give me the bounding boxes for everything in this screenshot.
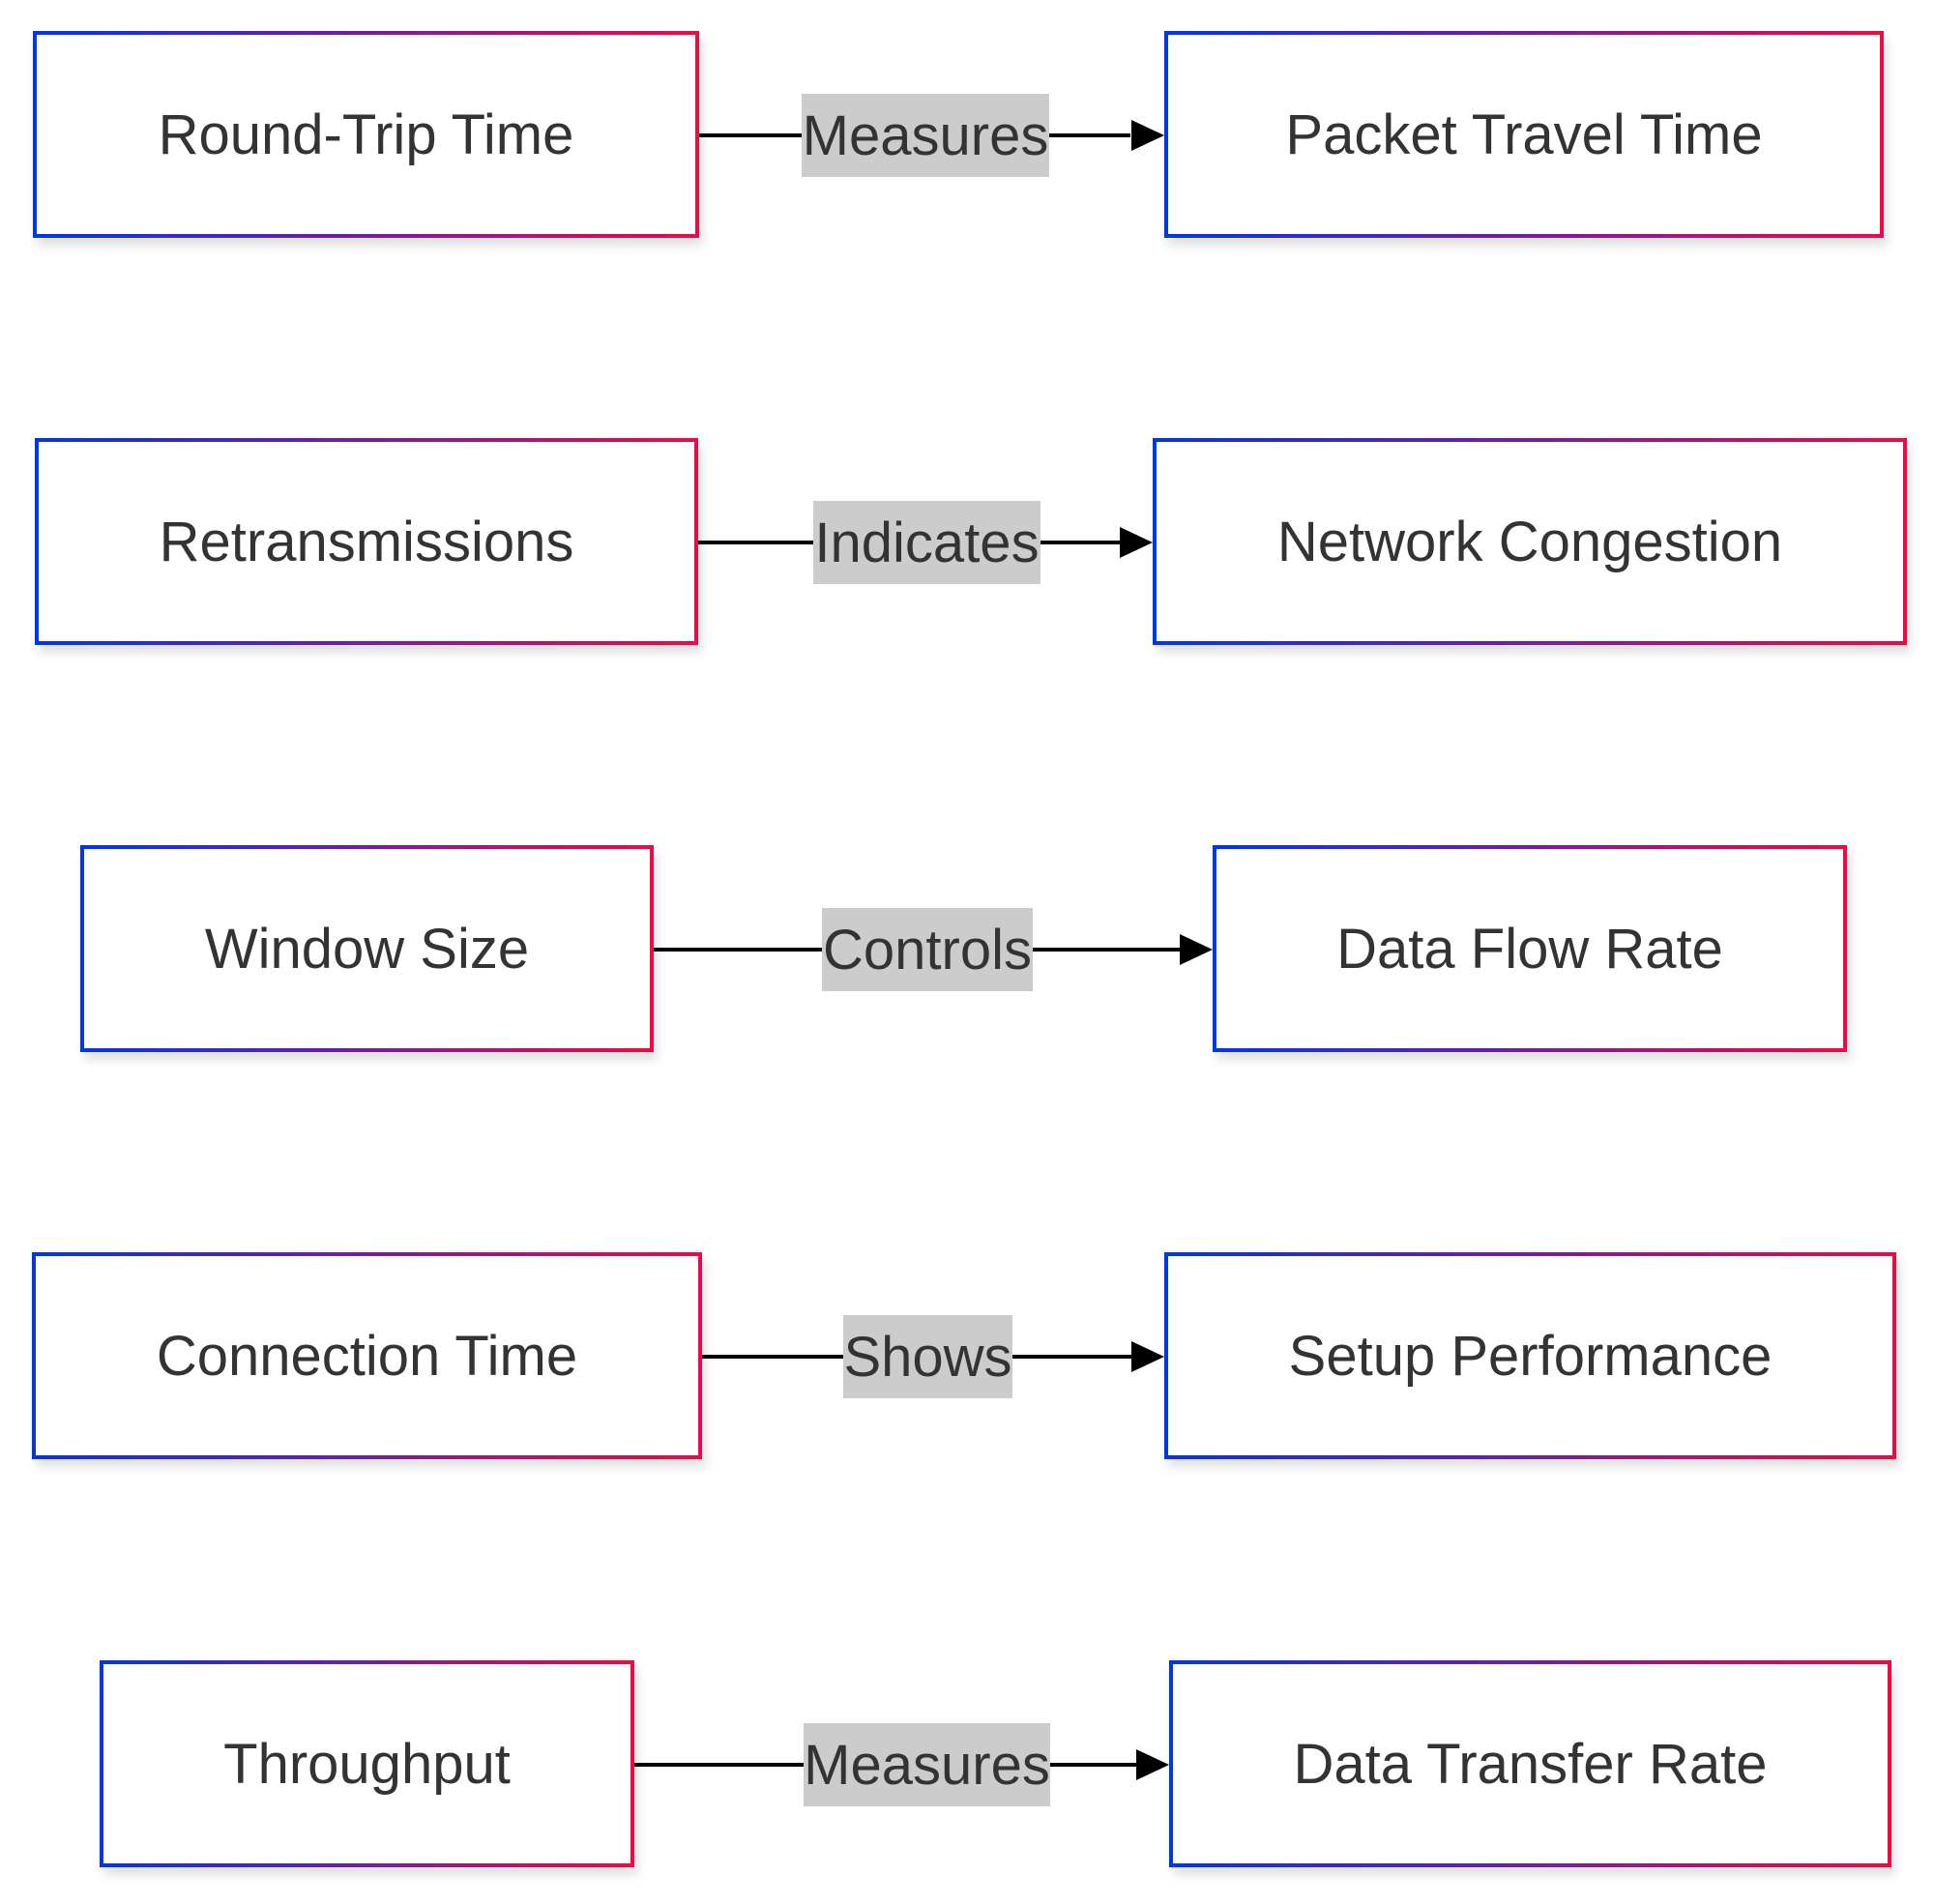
- arrow-head-icon: [1136, 1749, 1169, 1780]
- node-label: Setup Performance: [1288, 1324, 1773, 1388]
- arrow-head-icon: [1131, 120, 1164, 151]
- node-data-transfer-rate[interactable]: Data Transfer Rate: [1169, 1660, 1891, 1867]
- arrow-head-icon: [1120, 527, 1153, 558]
- node-label: Window Size: [204, 917, 530, 981]
- node-connection-time[interactable]: Connection Time: [32, 1252, 702, 1459]
- node-setup-performance[interactable]: Setup Performance: [1164, 1252, 1896, 1459]
- node-label: Network Congestion: [1276, 510, 1783, 573]
- node-data-flow-rate[interactable]: Data Flow Rate: [1213, 845, 1847, 1052]
- edge-label-measures: Measures: [802, 94, 1049, 177]
- node-label: Round-Trip Time: [158, 103, 574, 166]
- node-retransmissions[interactable]: Retransmissions: [35, 438, 698, 645]
- node-packet-travel-time[interactable]: Packet Travel Time: [1164, 31, 1884, 238]
- edge-label-measures: Measures: [804, 1723, 1050, 1806]
- edge-label-shows: Shows: [843, 1315, 1012, 1398]
- node-label: Retransmissions: [159, 510, 574, 573]
- arrow-head-icon: [1131, 1341, 1164, 1372]
- node-label: Packet Travel Time: [1285, 103, 1763, 166]
- node-label: Data Flow Rate: [1336, 917, 1723, 981]
- node-round-trip-time[interactable]: Round-Trip Time: [33, 31, 699, 238]
- edge-label-controls: Controls: [822, 908, 1033, 991]
- edge-label-indicates: Indicates: [813, 501, 1040, 584]
- node-label: Connection Time: [156, 1324, 578, 1388]
- node-network-congestion[interactable]: Network Congestion: [1153, 438, 1907, 645]
- node-label: Throughput: [223, 1732, 511, 1796]
- arrow-head-icon: [1180, 934, 1213, 965]
- node-window-size[interactable]: Window Size: [80, 845, 654, 1052]
- node-label: Data Transfer Rate: [1293, 1732, 1768, 1796]
- node-throughput[interactable]: Throughput: [100, 1660, 634, 1867]
